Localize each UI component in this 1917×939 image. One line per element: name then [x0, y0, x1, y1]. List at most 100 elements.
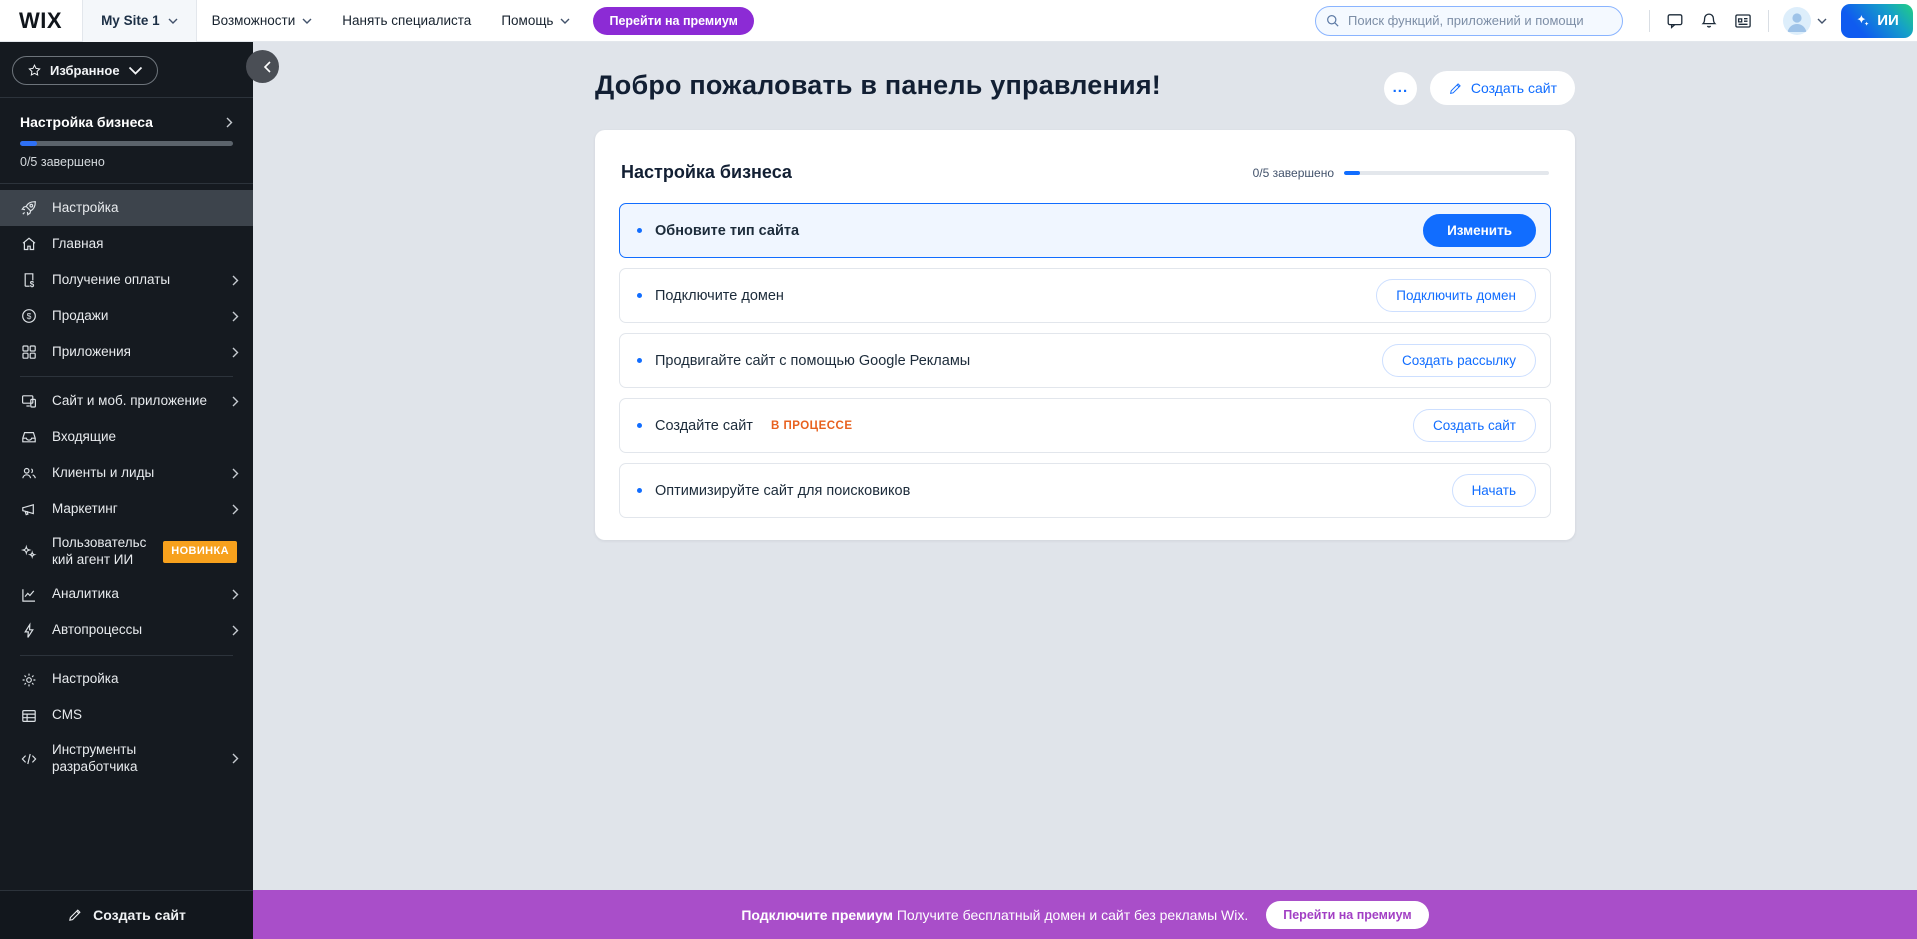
home-icon — [20, 235, 38, 253]
sidebar-item-label: Сайт и моб. приложение — [52, 393, 212, 410]
task-row-update-site-type[interactable]: Обновите тип сайта Изменить — [619, 203, 1551, 258]
sidebar-item-label: Главная — [52, 236, 239, 253]
chevron-down-icon — [560, 18, 570, 24]
sidebar-create-site-button[interactable]: Создать сайт — [0, 890, 253, 939]
task-row-seo[interactable]: Оптимизируйте сайт для поисковиков Начат… — [619, 463, 1551, 518]
sidebar-menu: Настройка Главная $ Получение оплаты $ П… — [0, 184, 253, 790]
page-title: Добро пожаловать в панель управления! — [595, 70, 1161, 101]
nav-features[interactable]: Возможности — [197, 13, 328, 28]
nav-features-label: Возможности — [212, 13, 296, 28]
search-container — [1315, 6, 1623, 36]
favorites-button[interactable]: Избранное — [12, 56, 158, 85]
sidebar-business-setup[interactable]: Настройка бизнеса 0/5 завершено — [0, 98, 253, 183]
updates-button[interactable] — [1726, 4, 1760, 38]
task-row-google-ads[interactable]: Продвигайте сайт с помощью Google Реклам… — [619, 333, 1551, 388]
sidebar-item-settings[interactable]: Настройка — [0, 662, 253, 698]
premium-banner-button[interactable]: Перейти на премиум — [1266, 901, 1428, 929]
sidebar-item-ai-agent[interactable]: Пользовательский агент ИИ НОВИНКА — [0, 527, 253, 577]
notifications-button[interactable] — [1692, 4, 1726, 38]
task-action-start-button[interactable]: Начать — [1452, 474, 1536, 507]
task-action-create-campaign-button[interactable]: Создать рассылку — [1382, 344, 1536, 377]
divider — [20, 376, 233, 377]
chevron-right-icon — [232, 311, 239, 322]
more-actions-button[interactable]: ... — [1384, 72, 1417, 105]
sidebar-item-inbox[interactable]: Входящие — [0, 419, 253, 455]
table-icon — [20, 707, 38, 725]
create-site-label: Создать сайт — [93, 907, 186, 923]
task-row-connect-domain[interactable]: Подключите домен Подключить домен — [619, 268, 1551, 323]
bullet-dot — [637, 228, 642, 233]
sidebar-item-dev-tools[interactable]: Инструменты разработчика — [0, 734, 253, 784]
nav-help[interactable]: Помощь — [486, 13, 585, 28]
sidebar-item-site-and-app[interactable]: Сайт и моб. приложение — [0, 383, 253, 419]
task-action-create-site-button[interactable]: Создать сайт — [1413, 409, 1536, 442]
sidebar-item-payments[interactable]: $ Получение оплаты — [0, 262, 253, 298]
business-setup-title: Настройка бизнеса — [20, 114, 153, 130]
sidebar-item-marketing[interactable]: Маркетинг — [0, 491, 253, 527]
card-progress-fill — [1344, 171, 1360, 175]
chevron-right-icon — [232, 396, 239, 407]
premium-banner-text: Подключите премиум Получите бесплатный д… — [741, 907, 1248, 923]
task-status-in-progress: В ПРОЦЕССЕ — [771, 420, 853, 432]
chevron-right-icon — [232, 347, 239, 358]
search-input[interactable] — [1315, 6, 1623, 36]
svg-text:$: $ — [30, 280, 35, 289]
sidebar-item-label: Клиенты и лиды — [52, 465, 212, 482]
chevron-right-icon — [232, 468, 239, 479]
chevron-down-icon — [1817, 18, 1827, 24]
sidebar-item-label: CMS — [52, 707, 239, 724]
card-progress-bar — [1344, 171, 1549, 175]
sidebar-item-label: Аналитика — [52, 586, 212, 603]
star-icon — [27, 63, 42, 78]
sidebar-item-automations[interactable]: Автопроцессы — [0, 613, 253, 649]
sidebar-item-label: Автопроцессы — [52, 622, 212, 639]
task-row-create-site[interactable]: Создайте сайт В ПРОЦЕССЕ Создать сайт — [619, 398, 1551, 453]
sidebar-item-analytics[interactable]: Аналитика — [0, 577, 253, 613]
sidebar-item-label: Маркетинг — [52, 501, 212, 518]
bullet-dot — [637, 358, 642, 363]
account-menu[interactable] — [1783, 7, 1827, 35]
site-selector-label: My Site 1 — [101, 13, 160, 28]
nav-hire-pro[interactable]: Нанять специалиста — [327, 13, 486, 28]
task-label: Оптимизируйте сайт для поисковиков — [655, 483, 910, 499]
setup-progress-bar — [20, 141, 233, 146]
wix-logo[interactable]: WIX — [0, 8, 82, 34]
analytics-icon — [20, 586, 38, 604]
nav-help-label: Помощь — [501, 13, 553, 28]
sidebar-item-label: Продажи — [52, 308, 212, 325]
card-progress: 0/5 завершено — [1253, 166, 1549, 180]
sidebar-item-apps[interactable]: Приложения — [0, 334, 253, 370]
business-setup-card: Настройка бизнеса 0/5 завершено Обновите… — [595, 130, 1575, 540]
upgrade-premium-button[interactable]: Перейти на премиум — [593, 7, 753, 35]
card-progress-label: 0/5 завершено — [1253, 166, 1334, 180]
chat-button[interactable] — [1658, 4, 1692, 38]
ai-assistant-button[interactable]: ИИ — [1841, 4, 1913, 38]
setup-progress-fill — [20, 141, 37, 146]
site-selector[interactable]: My Site 1 — [82, 0, 197, 42]
task-action-connect-domain-button[interactable]: Подключить домен — [1376, 279, 1536, 312]
sparkle-icon — [1855, 13, 1871, 29]
chevron-right-icon — [232, 504, 239, 515]
invoice-icon: $ — [20, 271, 38, 289]
sidebar-item-label: Входящие — [52, 429, 239, 446]
sidebar-item-home[interactable]: Главная — [0, 226, 253, 262]
nav-hire-pro-label: Нанять специалиста — [342, 13, 471, 28]
chat-icon — [1665, 11, 1685, 31]
chevron-down-icon — [168, 18, 178, 24]
task-label: Создайте сайт — [655, 418, 753, 434]
lightning-icon — [20, 622, 38, 640]
sidebar-item-contacts[interactable]: Клиенты и лиды — [0, 455, 253, 491]
bell-icon — [1699, 11, 1719, 31]
news-icon — [1733, 11, 1753, 31]
ai-button-label: ИИ — [1877, 12, 1899, 29]
sidebar-item-setup[interactable]: Настройка — [0, 190, 253, 226]
create-site-button[interactable]: Создать сайт — [1430, 71, 1575, 105]
premium-banner: Подключите премиум Получите бесплатный д… — [253, 890, 1917, 939]
sidebar-collapse-button[interactable] — [246, 50, 279, 83]
sidebar-item-sales[interactable]: $ Продажи — [0, 298, 253, 334]
sidebar-item-cms[interactable]: CMS — [0, 698, 253, 734]
pencil-icon — [1448, 81, 1463, 96]
task-action-change-button[interactable]: Изменить — [1423, 214, 1536, 247]
sidebar-item-label: Инструменты разработчика — [52, 742, 212, 776]
contacts-icon — [20, 464, 38, 482]
